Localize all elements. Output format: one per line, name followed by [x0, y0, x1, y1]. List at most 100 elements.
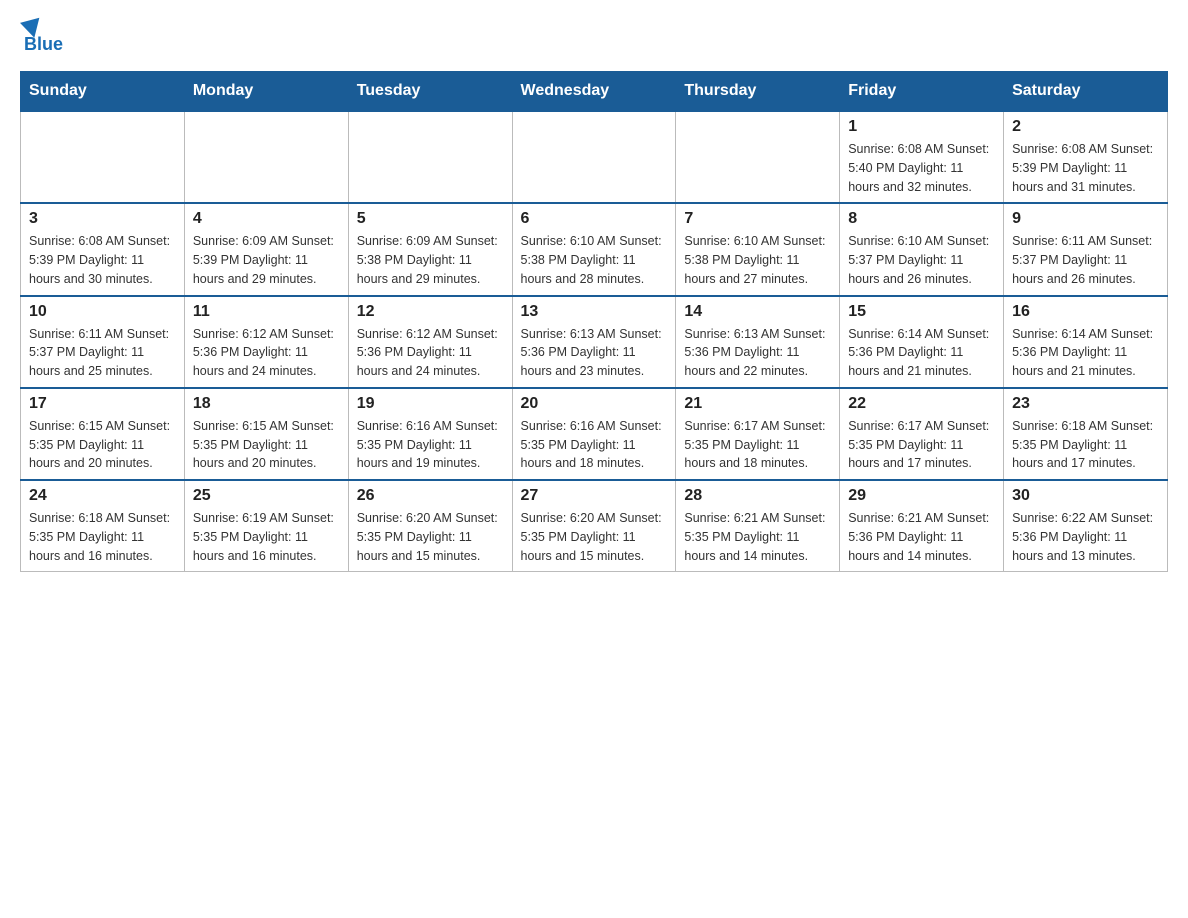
calendar-cell: [512, 111, 676, 203]
day-number: 15: [848, 303, 995, 321]
day-number: 19: [357, 395, 504, 413]
calendar-cell: 6 Sunrise: 6:10 AM Sunset: 5:38 PM Daylig…: [512, 203, 676, 295]
day-info: Sunrise: 6:13 AM Sunset: 5:36 PM Dayligh…: [521, 325, 668, 381]
day-info: Sunrise: 6:10 AM Sunset: 5:38 PM Dayligh…: [521, 232, 668, 288]
day-number: 2: [1012, 118, 1159, 136]
calendar-cell: 24Sunrise: 6:18 AM Sunset: 5:35 PM Dayli…: [21, 480, 185, 572]
calendar-cell: 28Sunrise: 6:21 AM Sunset: 5:35 PM Dayli…: [676, 480, 840, 572]
calendar-cell: 20 Sunrise: 6:16 AM Sunset: 5:35 PM Dayli…: [512, 388, 676, 480]
calendar-cell: 3 Sunrise: 6:08 AM Sunset: 5:39 PM Daylig…: [21, 203, 185, 295]
day-info: Sunrise: 6:22 AM Sunset: 5:36 PM Dayligh…: [1012, 509, 1159, 565]
calendar-cell: 15 Sunrise: 6:14 AM Sunset: 5:36 PM Dayli…: [840, 296, 1004, 388]
calendar-week-row: 10 Sunrise: 6:11 AM Sunset: 5:37 PM Dayli…: [21, 296, 1168, 388]
calendar-cell: 8 Sunrise: 6:10 AM Sunset: 5:37 PM Daylig…: [840, 203, 1004, 295]
calendar-cell: 27 Sunrise: 6:20 AM Sunset: 5:35 PM Dayli…: [512, 480, 676, 572]
day-info: Sunrise: 6:17 AM Sunset: 5:35 PM Dayligh…: [848, 417, 995, 473]
day-info: Sunrise: 6:11 AM Sunset: 5:37 PM Dayligh…: [29, 325, 176, 381]
day-info: Sunrise: 6:12 AM Sunset: 5:36 PM Dayligh…: [357, 325, 504, 381]
day-number: 21: [684, 395, 831, 413]
calendar-cell: 17 Sunrise: 6:15 AM Sunset: 5:35 PM Dayli…: [21, 388, 185, 480]
calendar-cell: [21, 111, 185, 203]
day-number: 3: [29, 210, 176, 228]
calendar-cell: 25 Sunrise: 6:19 AM Sunset: 5:35 PM Dayli…: [184, 480, 348, 572]
day-number: 4: [193, 210, 340, 228]
header: Blue: [20, 20, 1168, 55]
day-info: Sunrise: 6:21 AM Sunset: 5:36 PM Dayligh…: [848, 509, 995, 565]
day-number: 7: [684, 210, 831, 228]
day-info: Sunrise: 6:20 AM Sunset: 5:35 PM Dayligh…: [521, 509, 668, 565]
calendar-cell: 5 Sunrise: 6:09 AM Sunset: 5:38 PM Daylig…: [348, 203, 512, 295]
day-number: 13: [521, 303, 668, 321]
day-number: 6: [521, 210, 668, 228]
day-number: 30: [1012, 487, 1159, 505]
calendar-cell: 13 Sunrise: 6:13 AM Sunset: 5:36 PM Dayli…: [512, 296, 676, 388]
calendar-cell: 16 Sunrise: 6:14 AM Sunset: 5:36 PM Dayli…: [1004, 296, 1168, 388]
day-info: Sunrise: 6:17 AM Sunset: 5:35 PM Dayligh…: [684, 417, 831, 473]
logo: Blue: [20, 20, 63, 55]
day-info: Sunrise: 6:13 AM Sunset: 5:36 PM Dayligh…: [684, 325, 831, 381]
day-number: 22: [848, 395, 995, 413]
calendar-week-row: 1Sunrise: 6:08 AM Sunset: 5:40 PM Daylig…: [21, 111, 1168, 203]
day-info: Sunrise: 6:14 AM Sunset: 5:36 PM Dayligh…: [1012, 325, 1159, 381]
day-number: 11: [193, 303, 340, 321]
day-number: 25: [193, 487, 340, 505]
calendar-cell: 7 Sunrise: 6:10 AM Sunset: 5:38 PM Daylig…: [676, 203, 840, 295]
calendar-cell: 1Sunrise: 6:08 AM Sunset: 5:40 PM Daylig…: [840, 111, 1004, 203]
calendar-cell: 9Sunrise: 6:11 AM Sunset: 5:37 PM Daylig…: [1004, 203, 1168, 295]
day-info: Sunrise: 6:20 AM Sunset: 5:35 PM Dayligh…: [357, 509, 504, 565]
calendar-cell: 10 Sunrise: 6:11 AM Sunset: 5:37 PM Dayli…: [21, 296, 185, 388]
day-info: Sunrise: 6:09 AM Sunset: 5:39 PM Dayligh…: [193, 232, 340, 288]
calendar-header-monday: Monday: [184, 72, 348, 112]
day-info: Sunrise: 6:19 AM Sunset: 5:35 PM Dayligh…: [193, 509, 340, 565]
day-number: 10: [29, 303, 176, 321]
calendar-week-row: 3 Sunrise: 6:08 AM Sunset: 5:39 PM Daylig…: [21, 203, 1168, 295]
day-number: 1: [848, 118, 995, 136]
day-info: Sunrise: 6:08 AM Sunset: 5:39 PM Dayligh…: [29, 232, 176, 288]
day-number: 17: [29, 395, 176, 413]
calendar-header-saturday: Saturday: [1004, 72, 1168, 112]
day-info: Sunrise: 6:15 AM Sunset: 5:35 PM Dayligh…: [29, 417, 176, 473]
day-info: Sunrise: 6:10 AM Sunset: 5:37 PM Dayligh…: [848, 232, 995, 288]
calendar-cell: 12 Sunrise: 6:12 AM Sunset: 5:36 PM Dayli…: [348, 296, 512, 388]
day-number: 5: [357, 210, 504, 228]
calendar-cell: 14 Sunrise: 6:13 AM Sunset: 5:36 PM Dayli…: [676, 296, 840, 388]
day-info: Sunrise: 6:18 AM Sunset: 5:35 PM Dayligh…: [29, 509, 176, 565]
calendar-cell: [348, 111, 512, 203]
calendar-cell: 26 Sunrise: 6:20 AM Sunset: 5:35 PM Dayli…: [348, 480, 512, 572]
day-info: Sunrise: 6:18 AM Sunset: 5:35 PM Dayligh…: [1012, 417, 1159, 473]
day-info: Sunrise: 6:11 AM Sunset: 5:37 PM Dayligh…: [1012, 232, 1159, 288]
day-info: Sunrise: 6:09 AM Sunset: 5:38 PM Dayligh…: [357, 232, 504, 288]
calendar-header-tuesday: Tuesday: [348, 72, 512, 112]
calendar-cell: 4 Sunrise: 6:09 AM Sunset: 5:39 PM Daylig…: [184, 203, 348, 295]
day-info: Sunrise: 6:16 AM Sunset: 5:35 PM Dayligh…: [357, 417, 504, 473]
calendar-cell: 21 Sunrise: 6:17 AM Sunset: 5:35 PM Dayli…: [676, 388, 840, 480]
calendar-cell: 2 Sunrise: 6:08 AM Sunset: 5:39 PM Daylig…: [1004, 111, 1168, 203]
calendar-header-thursday: Thursday: [676, 72, 840, 112]
calendar-cell: 22 Sunrise: 6:17 AM Sunset: 5:35 PM Dayli…: [840, 388, 1004, 480]
day-number: 26: [357, 487, 504, 505]
day-info: Sunrise: 6:10 AM Sunset: 5:38 PM Dayligh…: [684, 232, 831, 288]
day-info: Sunrise: 6:14 AM Sunset: 5:36 PM Dayligh…: [848, 325, 995, 381]
day-number: 23: [1012, 395, 1159, 413]
calendar-cell: 11 Sunrise: 6:12 AM Sunset: 5:36 PM Dayli…: [184, 296, 348, 388]
day-number: 12: [357, 303, 504, 321]
calendar-header-wednesday: Wednesday: [512, 72, 676, 112]
day-number: 27: [521, 487, 668, 505]
calendar-cell: 18Sunrise: 6:15 AM Sunset: 5:35 PM Dayli…: [184, 388, 348, 480]
day-info: Sunrise: 6:16 AM Sunset: 5:35 PM Dayligh…: [521, 417, 668, 473]
day-number: 16: [1012, 303, 1159, 321]
calendar-header-friday: Friday: [840, 72, 1004, 112]
day-number: 8: [848, 210, 995, 228]
calendar: SundayMondayTuesdayWednesdayThursdayFrid…: [20, 71, 1168, 572]
calendar-cell: 23 Sunrise: 6:18 AM Sunset: 5:35 PM Dayli…: [1004, 388, 1168, 480]
calendar-cell: [184, 111, 348, 203]
day-info: Sunrise: 6:12 AM Sunset: 5:36 PM Dayligh…: [193, 325, 340, 381]
calendar-week-row: 17 Sunrise: 6:15 AM Sunset: 5:35 PM Dayli…: [21, 388, 1168, 480]
calendar-cell: 29 Sunrise: 6:21 AM Sunset: 5:36 PM Dayli…: [840, 480, 1004, 572]
day-number: 20: [521, 395, 668, 413]
day-number: 28: [684, 487, 831, 505]
day-info: Sunrise: 6:08 AM Sunset: 5:39 PM Dayligh…: [1012, 140, 1159, 196]
day-number: 14: [684, 303, 831, 321]
calendar-cell: [676, 111, 840, 203]
day-number: 29: [848, 487, 995, 505]
